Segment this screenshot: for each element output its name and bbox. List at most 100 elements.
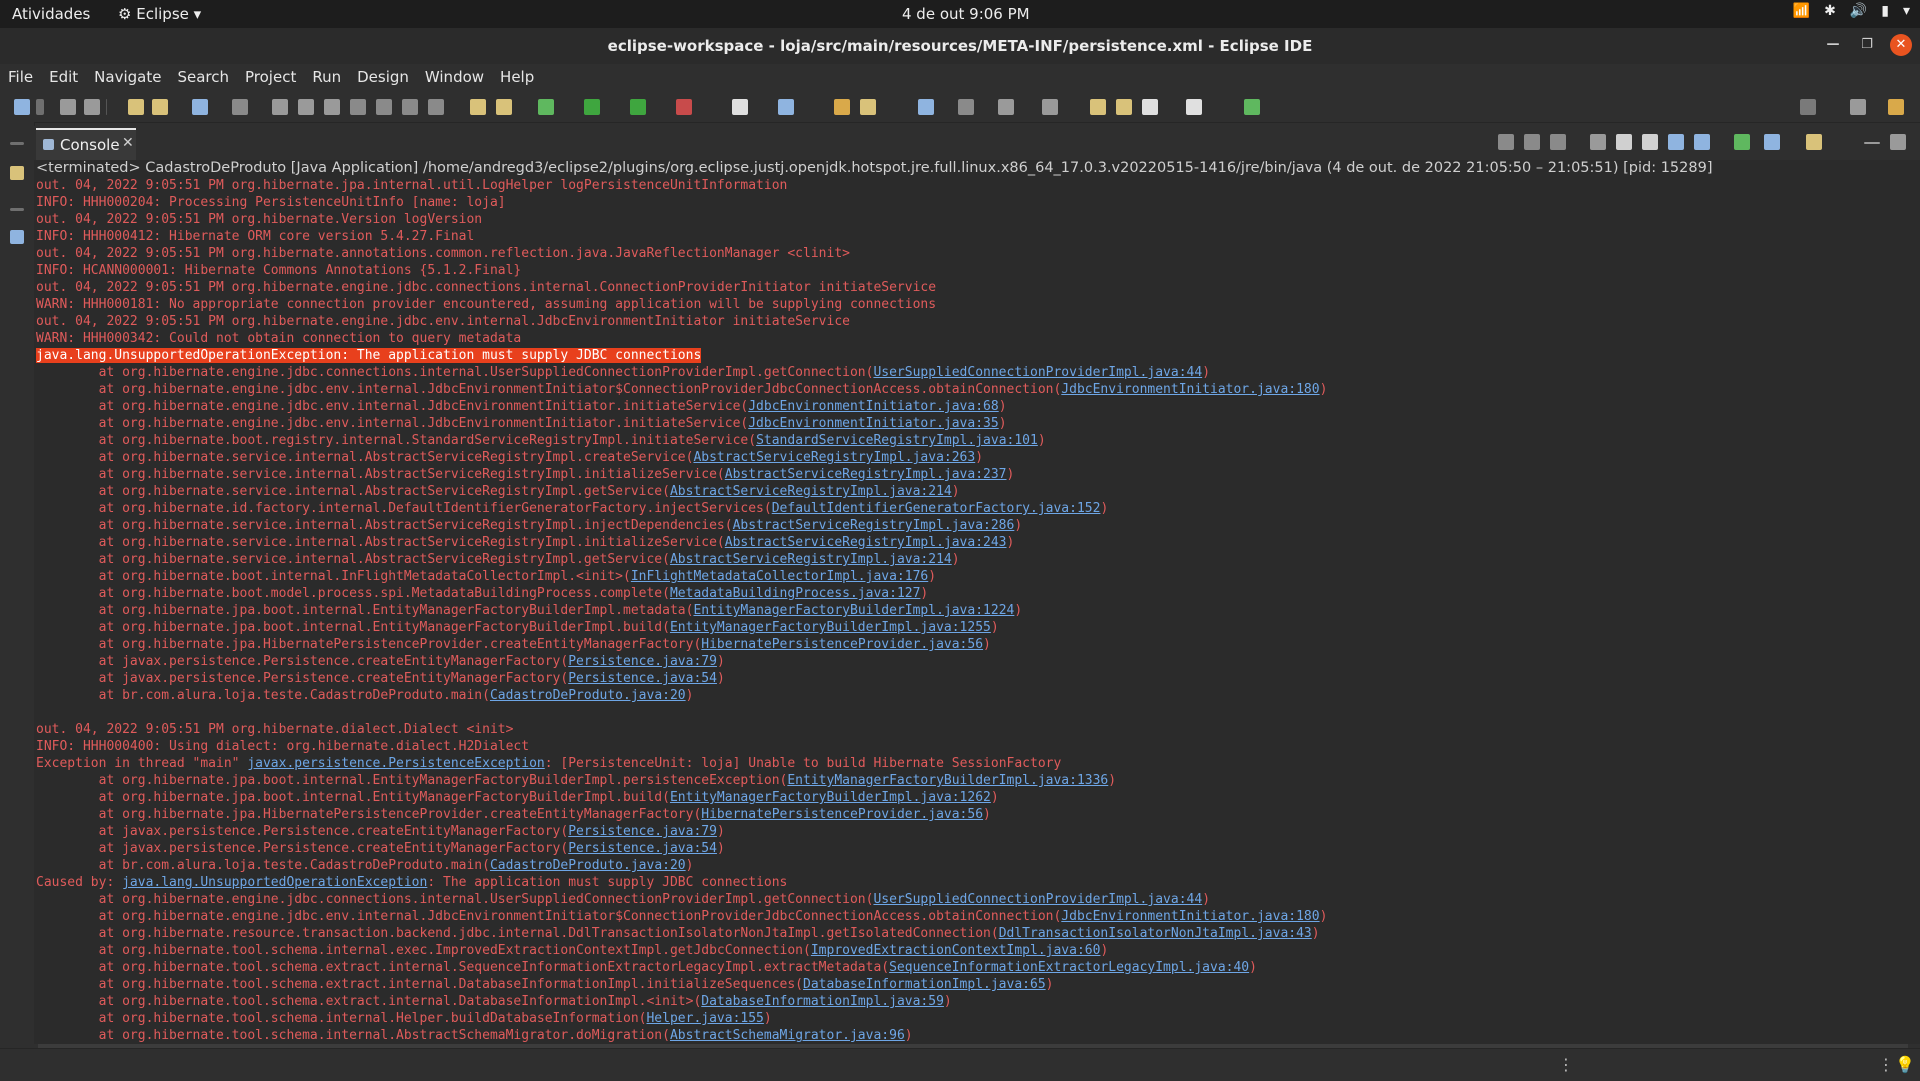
menu-window[interactable]: Window	[417, 64, 492, 90]
stacktrace-link[interactable]: DdlTransactionIsolatorNonJtaImpl.java:43	[999, 926, 1312, 941]
stacktrace-link[interactable]: StandardServiceRegistryImpl.java:101	[756, 433, 1038, 448]
save-icon[interactable]	[60, 99, 76, 115]
chevron-down-icon[interactable]: ▾	[1903, 3, 1910, 19]
stacktrace-link[interactable]: InFlightMetadataCollectorImpl.java:176	[631, 569, 928, 584]
stacktrace-link[interactable]: SequenceInformationExtractorLegacyImpl.j…	[889, 960, 1249, 975]
debug-icon[interactable]	[538, 99, 554, 115]
stacktrace-link[interactable]: java.lang.UnsupportedOperationException	[122, 875, 427, 890]
highlighted-exception[interactable]: java.lang.UnsupportedOperationException:…	[36, 348, 702, 363]
stacktrace-link[interactable]: EntityManagerFactoryBuilderImpl.java:133…	[787, 773, 1108, 788]
stacktrace-link[interactable]: AbstractServiceRegistryImpl.java:286	[733, 518, 1015, 533]
stacktrace-link[interactable]: DefaultIdentifierGeneratorFactory.java:1…	[772, 501, 1101, 516]
terminate-icon[interactable]	[324, 99, 340, 115]
stacktrace-link[interactable]: UserSuppliedConnectionProviderImpl.java:…	[873, 892, 1202, 907]
stacktrace-link[interactable]: DatabaseInformationImpl.java:65	[803, 977, 1046, 992]
system-tray[interactable]: 📶 ✱ 🔊 ▮ ▾	[1793, 3, 1910, 19]
stacktrace-link[interactable]: EntityManagerFactoryBuilderImpl.java:125…	[670, 620, 991, 635]
clock[interactable]: 4 de out 9:06 PM	[902, 5, 1030, 23]
resume-icon[interactable]	[272, 99, 288, 115]
tab-console[interactable]: Console ✕	[36, 128, 136, 160]
display-console-icon[interactable]	[1764, 134, 1780, 150]
globe-icon[interactable]	[918, 99, 934, 115]
console-output[interactable]: <terminated> CadastroDeProduto [Java App…	[34, 160, 1920, 1044]
stacktrace-link[interactable]: CadastroDeProduto.java:20	[490, 688, 686, 703]
use-step-filters-icon[interactable]	[470, 99, 486, 115]
new-icon[interactable]	[14, 99, 30, 115]
menu-edit[interactable]: Edit	[41, 64, 86, 90]
annotation-icon[interactable]	[998, 99, 1014, 115]
forward-icon[interactable]	[1186, 99, 1202, 115]
skip-breakpoints-icon[interactable]	[232, 99, 248, 115]
pin-icon[interactable]	[958, 99, 974, 115]
stacktrace-link[interactable]: AbstractServiceRegistryImpl.java:237	[725, 467, 1007, 482]
status-menu-icon[interactable]: ⋮	[1878, 1055, 1894, 1074]
forward-edit-icon[interactable]	[1116, 99, 1132, 115]
step-into-icon[interactable]	[376, 99, 392, 115]
search-icon[interactable]	[1800, 99, 1816, 115]
build-all-icon[interactable]	[152, 99, 168, 115]
app-menu[interactable]: ⚙ Eclipse ▾	[118, 5, 201, 23]
java-perspective-icon[interactable]	[1888, 99, 1904, 115]
stacktrace-link[interactable]: Persistence.java:79	[568, 654, 717, 669]
show-on-stdout-icon[interactable]	[1668, 134, 1684, 150]
coverage-icon[interactable]	[630, 99, 646, 115]
stacktrace-link[interactable]: AbstractServiceRegistryImpl.java:214	[670, 552, 952, 567]
stacktrace-link[interactable]: JdbcEnvironmentInitiator.java:35	[748, 416, 998, 431]
run-icon[interactable]	[584, 99, 600, 115]
stacktrace-link[interactable]: ImprovedExtractionContextImpl.java:60	[811, 943, 1101, 958]
stacktrace-link[interactable]: AbstractSchemaMigrator.java:96	[670, 1028, 905, 1043]
step-over-icon[interactable]	[402, 99, 418, 115]
suspend-icon[interactable]	[298, 99, 314, 115]
save-all-icon[interactable]	[84, 99, 100, 115]
stacktrace-link[interactable]: AbstractServiceRegistryImpl.java:263	[693, 450, 975, 465]
package-explorer-icon[interactable]	[10, 166, 24, 180]
stacktrace-link[interactable]: HibernatePersistenceProvider.java:56	[701, 807, 983, 822]
stacktrace-link[interactable]: CadastroDeProduto.java:20	[490, 858, 686, 873]
wifi-icon[interactable]: 📶	[1793, 3, 1810, 19]
scroll-lock-icon[interactable]	[1616, 134, 1632, 150]
stacktrace-link[interactable]: MetadataBuildingProcess.java:127	[670, 586, 920, 601]
stacktrace-link[interactable]: AbstractServiceRegistryImpl.java:214	[670, 484, 952, 499]
stacktrace-link[interactable]: javax.persistence.PersistenceException	[247, 756, 544, 771]
drag-handle-icon[interactable]	[10, 142, 24, 145]
close-icon[interactable]: ✕	[122, 135, 134, 151]
minimize-icon[interactable]: —	[1822, 34, 1844, 56]
stacktrace-link[interactable]: JdbcEnvironmentInitiator.java:68	[748, 399, 998, 414]
back-icon[interactable]	[1142, 99, 1158, 115]
stacktrace-link[interactable]: EntityManagerFactoryBuilderImpl.java:126…	[670, 790, 991, 805]
clear-console-icon[interactable]	[1590, 134, 1606, 150]
activities-button[interactable]: Atividades	[12, 5, 90, 23]
word-wrap-icon[interactable]	[1642, 134, 1658, 150]
stacktrace-link[interactable]: DatabaseInformationImpl.java:59	[701, 994, 944, 1009]
stacktrace-link[interactable]: UserSuppliedConnectionProviderImpl.java:…	[873, 365, 1202, 380]
perspective-icon[interactable]	[1244, 99, 1260, 115]
maximize-icon[interactable]: ❐	[1856, 34, 1878, 56]
open-perspective-icon[interactable]	[1850, 99, 1866, 115]
stacktrace-link[interactable]: Helper.java:155	[646, 1011, 763, 1026]
last-edit-icon[interactable]	[1090, 99, 1106, 115]
battery-icon[interactable]: ▮	[1881, 3, 1889, 19]
volume-icon[interactable]: 🔊	[1850, 3, 1867, 19]
next-annotation-icon[interactable]	[1042, 99, 1058, 115]
menu-design[interactable]: Design	[349, 64, 417, 90]
stacktrace-link[interactable]: JdbcEnvironmentInitiator.java:180	[1061, 909, 1319, 924]
menu-project[interactable]: Project	[237, 64, 304, 90]
console-icon[interactable]	[192, 99, 208, 115]
new-java-project-icon[interactable]	[732, 99, 748, 115]
remove-all-launches-icon[interactable]	[1550, 134, 1566, 150]
show-on-stderr-icon[interactable]	[1694, 134, 1710, 150]
menu-navigate[interactable]: Navigate	[86, 64, 169, 90]
open-type-icon[interactable]	[496, 99, 512, 115]
menu-file[interactable]: File	[0, 64, 41, 90]
stacktrace-link[interactable]: Persistence.java:79	[568, 824, 717, 839]
menu-help[interactable]: Help	[492, 64, 542, 90]
maximize-icon[interactable]	[1890, 134, 1906, 150]
minimize-icon[interactable]	[1864, 142, 1880, 144]
disconnect-icon[interactable]	[350, 99, 366, 115]
drag-handle-icon[interactable]	[10, 208, 24, 211]
close-icon[interactable]: ✕	[1890, 34, 1912, 56]
stacktrace-link[interactable]: Persistence.java:54	[568, 671, 717, 686]
status-menu-icon[interactable]: ⋮	[1558, 1055, 1574, 1074]
new-package-icon[interactable]	[778, 99, 794, 115]
tip-bulb-icon[interactable]: 💡	[1895, 1055, 1915, 1074]
